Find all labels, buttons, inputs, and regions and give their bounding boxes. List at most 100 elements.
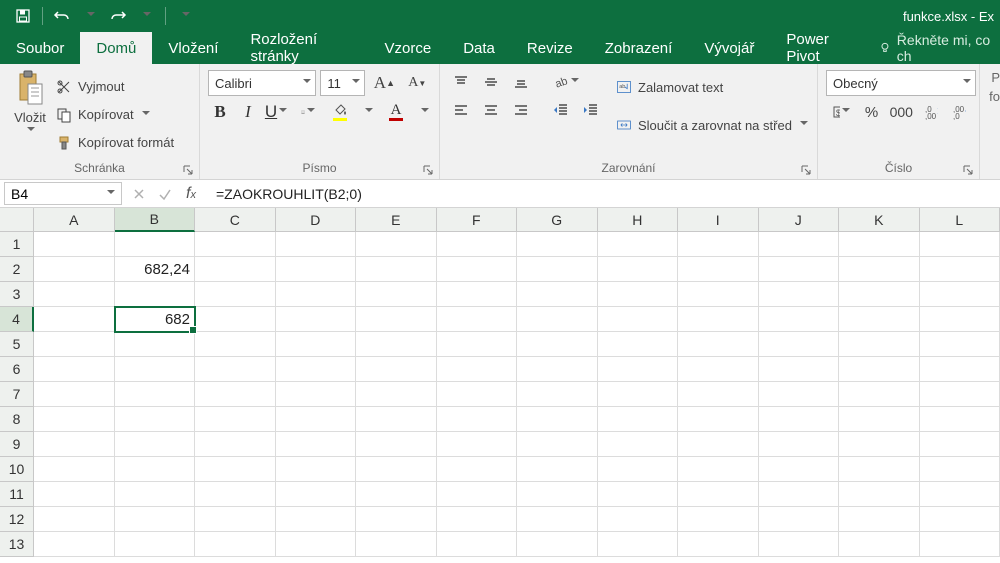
increase-indent-button[interactable] (578, 98, 604, 122)
cell-B12[interactable] (115, 507, 196, 532)
cell-K7[interactable] (839, 382, 920, 407)
dialog-launcher-number[interactable] (961, 163, 975, 177)
save-button[interactable] (10, 3, 36, 29)
cell-F5[interactable] (437, 332, 518, 357)
cell-J6[interactable] (759, 357, 840, 382)
tab-review[interactable]: Revize (511, 32, 589, 64)
align-left-button[interactable] (448, 98, 474, 122)
row-header[interactable]: 10 (0, 457, 34, 482)
cancel-formula-button[interactable] (127, 182, 151, 206)
cell-H2[interactable] (598, 257, 679, 282)
row-header[interactable]: 5 (0, 332, 34, 357)
row-header[interactable]: 13 (0, 532, 34, 557)
copy-button[interactable]: Kopírovat (56, 103, 174, 127)
cell-E2[interactable] (356, 257, 437, 282)
cell-E8[interactable] (356, 407, 437, 432)
cell-K4[interactable] (839, 307, 920, 332)
cell-I4[interactable] (678, 307, 759, 332)
cell-C8[interactable] (195, 407, 276, 432)
cell-I13[interactable] (678, 532, 759, 557)
cell-D1[interactable] (276, 232, 357, 257)
cell-K13[interactable] (839, 532, 920, 557)
column-header[interactable]: D (276, 208, 357, 232)
tab-power-pivot[interactable]: Power Pivot (770, 32, 871, 64)
cell-I5[interactable] (678, 332, 759, 357)
cell-C7[interactable] (195, 382, 276, 407)
cell-H4[interactable] (598, 307, 679, 332)
cell-F6[interactable] (437, 357, 518, 382)
comma-format-button[interactable]: 000 (887, 100, 915, 124)
enter-formula-button[interactable] (153, 182, 177, 206)
cell-F12[interactable] (437, 507, 518, 532)
cell-A2[interactable] (34, 257, 115, 282)
cell-F8[interactable] (437, 407, 518, 432)
cell-A3[interactable] (34, 282, 115, 307)
cell-B7[interactable] (115, 382, 196, 407)
cell-J11[interactable] (759, 482, 840, 507)
cell-L5[interactable] (920, 332, 1000, 357)
tab-file[interactable]: Soubor (0, 32, 80, 64)
cell-H1[interactable] (598, 232, 679, 257)
cell-K9[interactable] (839, 432, 920, 457)
cell-E5[interactable] (356, 332, 437, 357)
cell-G13[interactable] (517, 532, 598, 557)
cell-D4[interactable] (276, 307, 357, 332)
cell-H10[interactable] (598, 457, 679, 482)
percent-format-button[interactable]: % (859, 100, 883, 124)
cell-A8[interactable] (34, 407, 115, 432)
row-header[interactable]: 1 (0, 232, 34, 257)
cell-B5[interactable] (115, 332, 196, 357)
cell-G9[interactable] (517, 432, 598, 457)
column-header[interactable]: E (356, 208, 437, 232)
tab-data[interactable]: Data (447, 32, 511, 64)
cell-B1[interactable] (115, 232, 196, 257)
underline-button[interactable]: U (264, 100, 288, 124)
cell-F7[interactable] (437, 382, 518, 407)
cell-L13[interactable] (920, 532, 1000, 557)
cell-G11[interactable] (517, 482, 598, 507)
cell-J10[interactable] (759, 457, 840, 482)
tell-me-search[interactable]: Řekněte mi, co ch (871, 32, 1000, 64)
tab-view[interactable]: Zobrazení (589, 32, 689, 64)
increase-decimal-button[interactable]: ,0,00 (919, 100, 943, 124)
cell-K6[interactable] (839, 357, 920, 382)
cell-C5[interactable] (195, 332, 276, 357)
font-color-button[interactable]: A (384, 100, 408, 124)
cell-G1[interactable] (517, 232, 598, 257)
cell-C2[interactable] (195, 257, 276, 282)
cell-C9[interactable] (195, 432, 276, 457)
cell-E7[interactable] (356, 382, 437, 407)
cell-F10[interactable] (437, 457, 518, 482)
cell-G2[interactable] (517, 257, 598, 282)
merge-center-button[interactable]: Sloučit a zarovnat na střed (616, 108, 808, 142)
row-header[interactable]: 4 (0, 307, 34, 332)
column-header[interactable]: L (920, 208, 1000, 232)
cell-L1[interactable] (920, 232, 1000, 257)
row-header[interactable]: 2 (0, 257, 34, 282)
cell-J13[interactable] (759, 532, 840, 557)
cell-I6[interactable] (678, 357, 759, 382)
tab-home[interactable]: Domů (80, 32, 152, 64)
cell-E3[interactable] (356, 282, 437, 307)
cell-E4[interactable] (356, 307, 437, 332)
cell-A11[interactable] (34, 482, 115, 507)
cell-A13[interactable] (34, 532, 115, 557)
cell-D3[interactable] (276, 282, 357, 307)
cell-E6[interactable] (356, 357, 437, 382)
undo-button[interactable] (49, 3, 75, 29)
cell-D12[interactable] (276, 507, 357, 532)
cell-B3[interactable] (115, 282, 196, 307)
cell-D13[interactable] (276, 532, 357, 557)
cell-I7[interactable] (678, 382, 759, 407)
row-header[interactable]: 7 (0, 382, 34, 407)
fill-color-button[interactable] (328, 100, 352, 124)
cell-G12[interactable] (517, 507, 598, 532)
cell-J3[interactable] (759, 282, 840, 307)
cell-J2[interactable] (759, 257, 840, 282)
cell-B4[interactable]: 682 (115, 307, 196, 332)
cell-A1[interactable] (34, 232, 115, 257)
cell-I10[interactable] (678, 457, 759, 482)
cell-K5[interactable] (839, 332, 920, 357)
cell-F9[interactable] (437, 432, 518, 457)
column-header[interactable]: F (437, 208, 518, 232)
